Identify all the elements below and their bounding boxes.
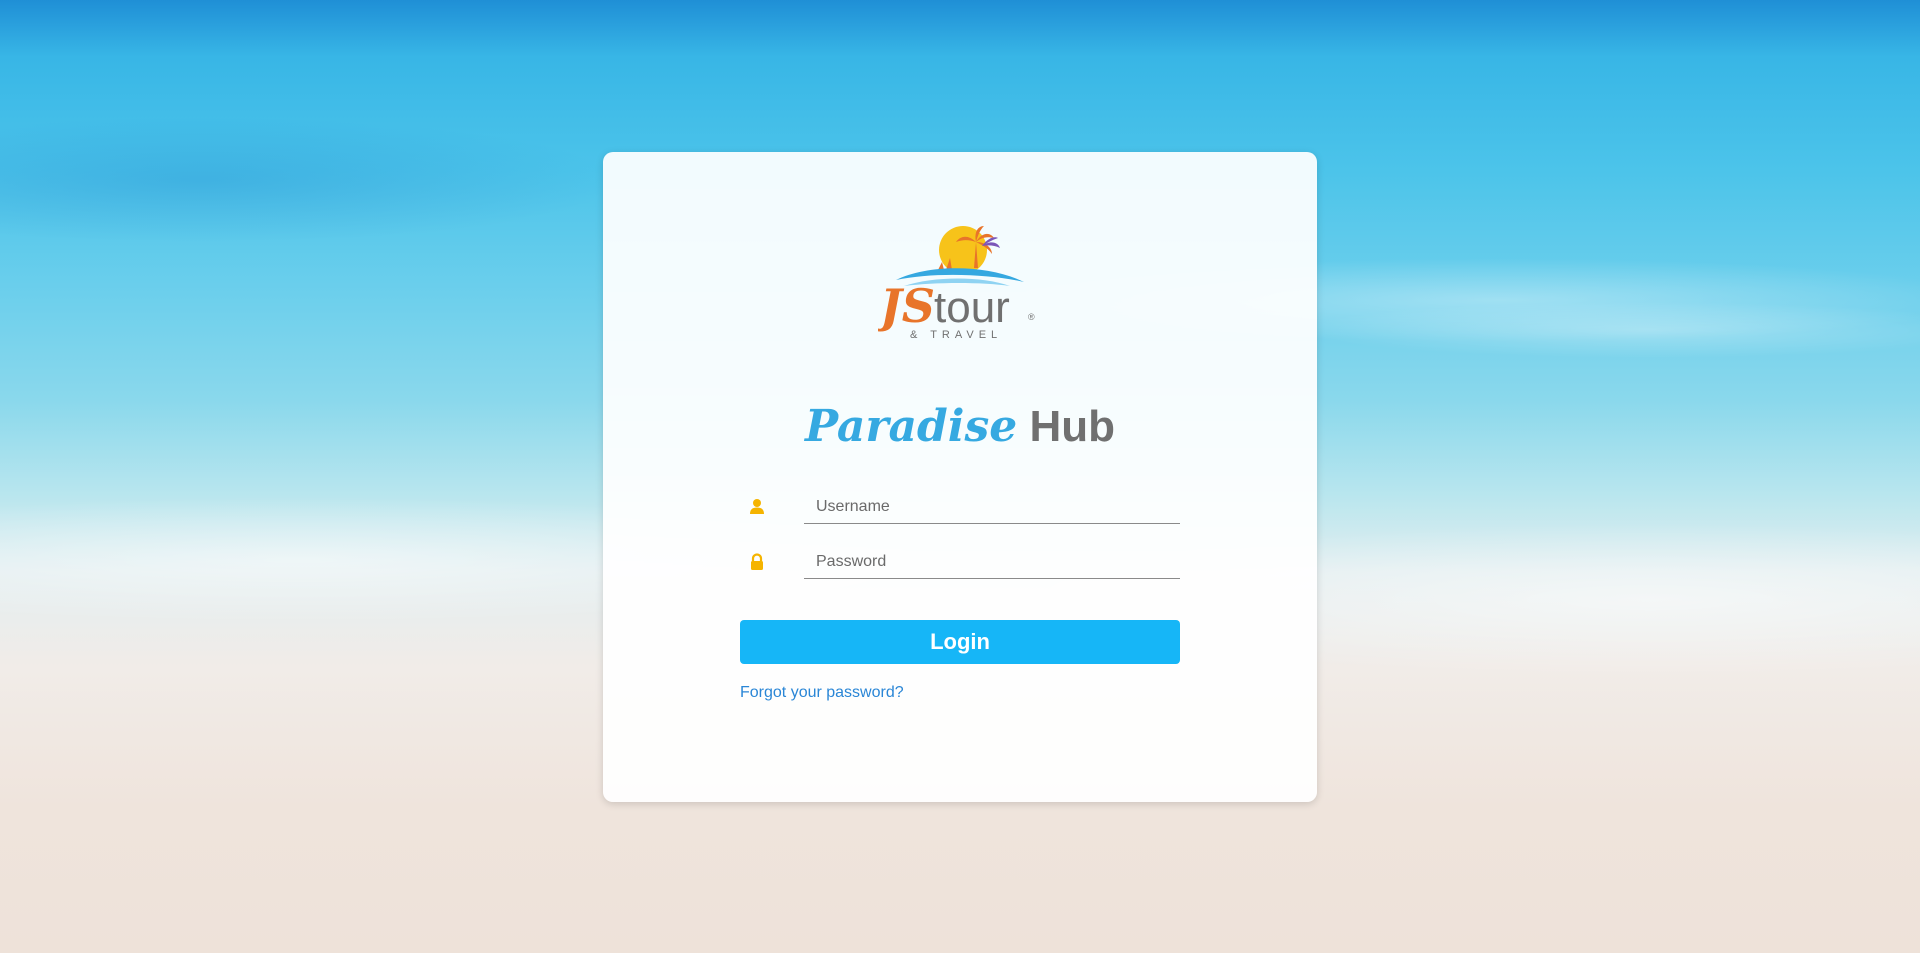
title-word-paradise: Paradise — [804, 401, 1018, 452]
brand-tagline: & TRAVEL — [910, 329, 1002, 340]
login-card: JS tour ® & TRAVEL Paradise Hub Login Fo… — [603, 152, 1317, 802]
sun-shape — [939, 226, 987, 274]
password-row — [738, 545, 1183, 585]
js-tour-logo: JS tour ® & TRAVEL — [878, 226, 1035, 340]
lock-icon — [751, 553, 763, 570]
login-button[interactable]: Login — [740, 620, 1180, 664]
password-input[interactable] — [804, 545, 1180, 579]
brand-second-text: tour — [934, 283, 1010, 332]
page-title: Paradise Hub — [603, 397, 1317, 457]
brand-main-text: JS — [878, 279, 935, 333]
forgot-password-link[interactable]: Forgot your password? — [740, 684, 904, 702]
title-word-hub: Hub — [1029, 402, 1116, 451]
user-icon — [750, 499, 764, 514]
username-row — [738, 490, 1183, 530]
username-input[interactable] — [804, 490, 1180, 524]
registered-mark: ® — [1028, 312, 1035, 322]
